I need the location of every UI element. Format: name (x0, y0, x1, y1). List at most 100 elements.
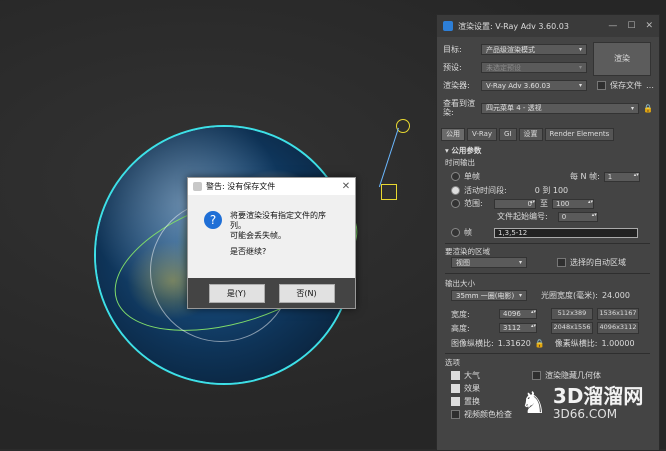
chevron-down-icon: ▾ (518, 259, 522, 266)
preset-dropdown[interactable]: 未选定预设 ▾ (481, 62, 587, 73)
height-input[interactable]: 3112 (499, 323, 537, 333)
active-segment-radio[interactable] (451, 186, 460, 195)
dialog-message: 将要渲染没有指定文件的序列。 可能会丢失帧。 是否继续? (230, 211, 330, 263)
light-direction-line (378, 127, 399, 188)
save-file-label: 保存文件 (610, 81, 642, 90)
image-aspect-value[interactable]: 1.31620 (498, 339, 531, 348)
common-params-title: 公用参数 (451, 146, 482, 155)
message-line-2: 可能会丢失帧。 (230, 231, 286, 240)
area-value: 视图 (456, 258, 470, 267)
lock-icon[interactable]: 🔒 (643, 104, 653, 113)
tab-gi[interactable]: GI (499, 128, 517, 141)
renderer-value: V-Ray Adv 3.60.03 (486, 81, 551, 90)
message-line-1: 将要渲染没有指定文件的序列。 (230, 211, 326, 230)
chevron-down-icon: ▾ (578, 46, 582, 53)
single-frame-radio[interactable] (451, 172, 460, 181)
warning-dialog: 警告: 没有保存文件 ✕ ? 将要渲染没有指定文件的序列。 可能会丢失帧。 是否… (187, 177, 356, 309)
film-value: 35mm 一圈(电影) (456, 291, 515, 300)
frames-radio[interactable] (451, 228, 460, 237)
displacement-checkbox[interactable] (451, 397, 460, 406)
video-color-label: 视频颜色检查 (464, 410, 512, 419)
close-icon[interactable]: ✕ (337, 181, 355, 192)
file-start-input[interactable]: 0 (557, 211, 598, 222)
light-object-icon[interactable] (381, 184, 397, 200)
more-icon[interactable]: … (646, 81, 654, 90)
preset-button-1[interactable]: 512x389 (551, 308, 593, 320)
tab-render-elements[interactable]: Render Elements (544, 128, 615, 141)
tab-bar: 公用 V-Ray GI 设置 Render Elements (441, 128, 615, 141)
target-value: 产品级渲染模式 (486, 45, 535, 54)
area-header: 要渲染的区域 (445, 247, 490, 256)
film-dropdown[interactable]: 35mm 一圈(电影) ▾ (451, 290, 527, 301)
preset-button-3[interactable]: 2048x1556 (551, 322, 593, 334)
range-to-input[interactable]: 100 (552, 198, 594, 209)
options-header: 选项 (445, 358, 460, 367)
render-button[interactable]: 渲染 (593, 42, 651, 76)
single-frame-label: 单帧 (464, 172, 480, 181)
tab-vray[interactable]: V-Ray (467, 128, 498, 141)
displacement-label: 置换 (464, 397, 480, 406)
chevron-down-icon: ▾ (518, 292, 522, 299)
close-icon[interactable]: ✕ (645, 21, 653, 31)
pixel-aspect-value[interactable]: 1.00000 (601, 339, 634, 348)
watermark-url: 3D66.COM (552, 407, 618, 421)
chevron-down-icon: ▾ (630, 104, 634, 112)
width-input[interactable]: 4096 (499, 309, 537, 319)
view-dropdown[interactable]: 四元菜单 4 - 透视 ▾ (481, 102, 639, 114)
light-target-icon[interactable] (396, 119, 410, 133)
question-icon: ? (204, 211, 222, 229)
dialog-titlebar: 警告: 没有保存文件 ✕ (188, 178, 355, 195)
effects-checkbox[interactable] (451, 384, 460, 393)
atmosphere-checkbox[interactable] (451, 371, 460, 380)
hidden-geo-checkbox[interactable] (532, 371, 541, 380)
atmosphere-label: 大气 (464, 371, 480, 380)
common-params-header[interactable]: ▾ 公用参数 (445, 145, 481, 156)
preset-button-4[interactable]: 4096x3112 (597, 322, 639, 334)
preset-button-2[interactable]: 1536x1167 (597, 308, 639, 320)
auto-region-checkbox[interactable] (557, 258, 566, 267)
maximize-icon[interactable]: ☐ (627, 21, 635, 31)
effects-label: 效果 (464, 384, 480, 393)
video-color-checkbox[interactable] (451, 410, 460, 419)
tab-settings[interactable]: 设置 (518, 128, 543, 141)
time-output-header: 时间输出 (445, 158, 475, 167)
tab-common[interactable]: 公用 (441, 128, 465, 141)
view-value: 四元菜单 4 - 透视 (486, 104, 542, 112)
height-label: 高度: (451, 323, 470, 333)
hidden-geo-label: 渲染隐藏几何体 (545, 371, 601, 380)
output-size-header: 输出大小 (445, 279, 475, 288)
yes-button[interactable]: 是(Y) (208, 283, 265, 303)
frames-input[interactable]: 1,3,5-12 (494, 227, 638, 238)
renderer-dropdown[interactable]: V-Ray Adv 3.60.03 ▾ (481, 80, 587, 91)
save-file-checkbox[interactable] (597, 81, 606, 90)
active-segment-label: 活动时间段: (464, 186, 507, 195)
renderer-label: 渲染器: (443, 81, 470, 90)
view-label: 查看到渲染: (443, 99, 475, 117)
panel-titlebar: 渲染设置: V-Ray Adv 3.60.03 — ☐ ✕ (437, 15, 659, 37)
range-label: 范围: (464, 199, 483, 208)
every-n-input[interactable]: 1 (603, 171, 640, 182)
lock-icon[interactable]: 🔒 (535, 339, 545, 348)
deer-logo-icon: ♞ (520, 385, 547, 421)
area-dropdown[interactable]: 视图 ▾ (451, 257, 527, 268)
aperture-value[interactable]: 24.000 (602, 291, 630, 300)
active-range-value: 0 到 100 (534, 186, 569, 195)
divider (445, 243, 650, 244)
target-dropdown[interactable]: 产品级渲染模式 ▾ (481, 44, 587, 55)
vray-icon (443, 21, 453, 31)
range-radio[interactable] (451, 199, 460, 208)
target-label: 目标: (443, 45, 462, 54)
divider (445, 273, 650, 274)
file-start-label: 文件起始编号: (497, 212, 548, 221)
range-from-input[interactable]: 0 (494, 198, 536, 209)
no-button[interactable]: 否(N) (278, 283, 335, 303)
preset-label: 预设: (443, 63, 462, 72)
aperture-label: 光圈宽度(毫米): (541, 291, 598, 300)
image-aspect-label: 图像纵横比: (451, 339, 494, 348)
range-to-label: 至 (540, 199, 548, 208)
every-n-label: 每 N 帧: (570, 172, 600, 181)
minimize-icon[interactable]: — (608, 21, 617, 31)
auto-region-label: 选择的自动区域 (570, 258, 626, 267)
app-icon (193, 182, 202, 191)
preset-value: 未选定预设 (486, 63, 521, 72)
